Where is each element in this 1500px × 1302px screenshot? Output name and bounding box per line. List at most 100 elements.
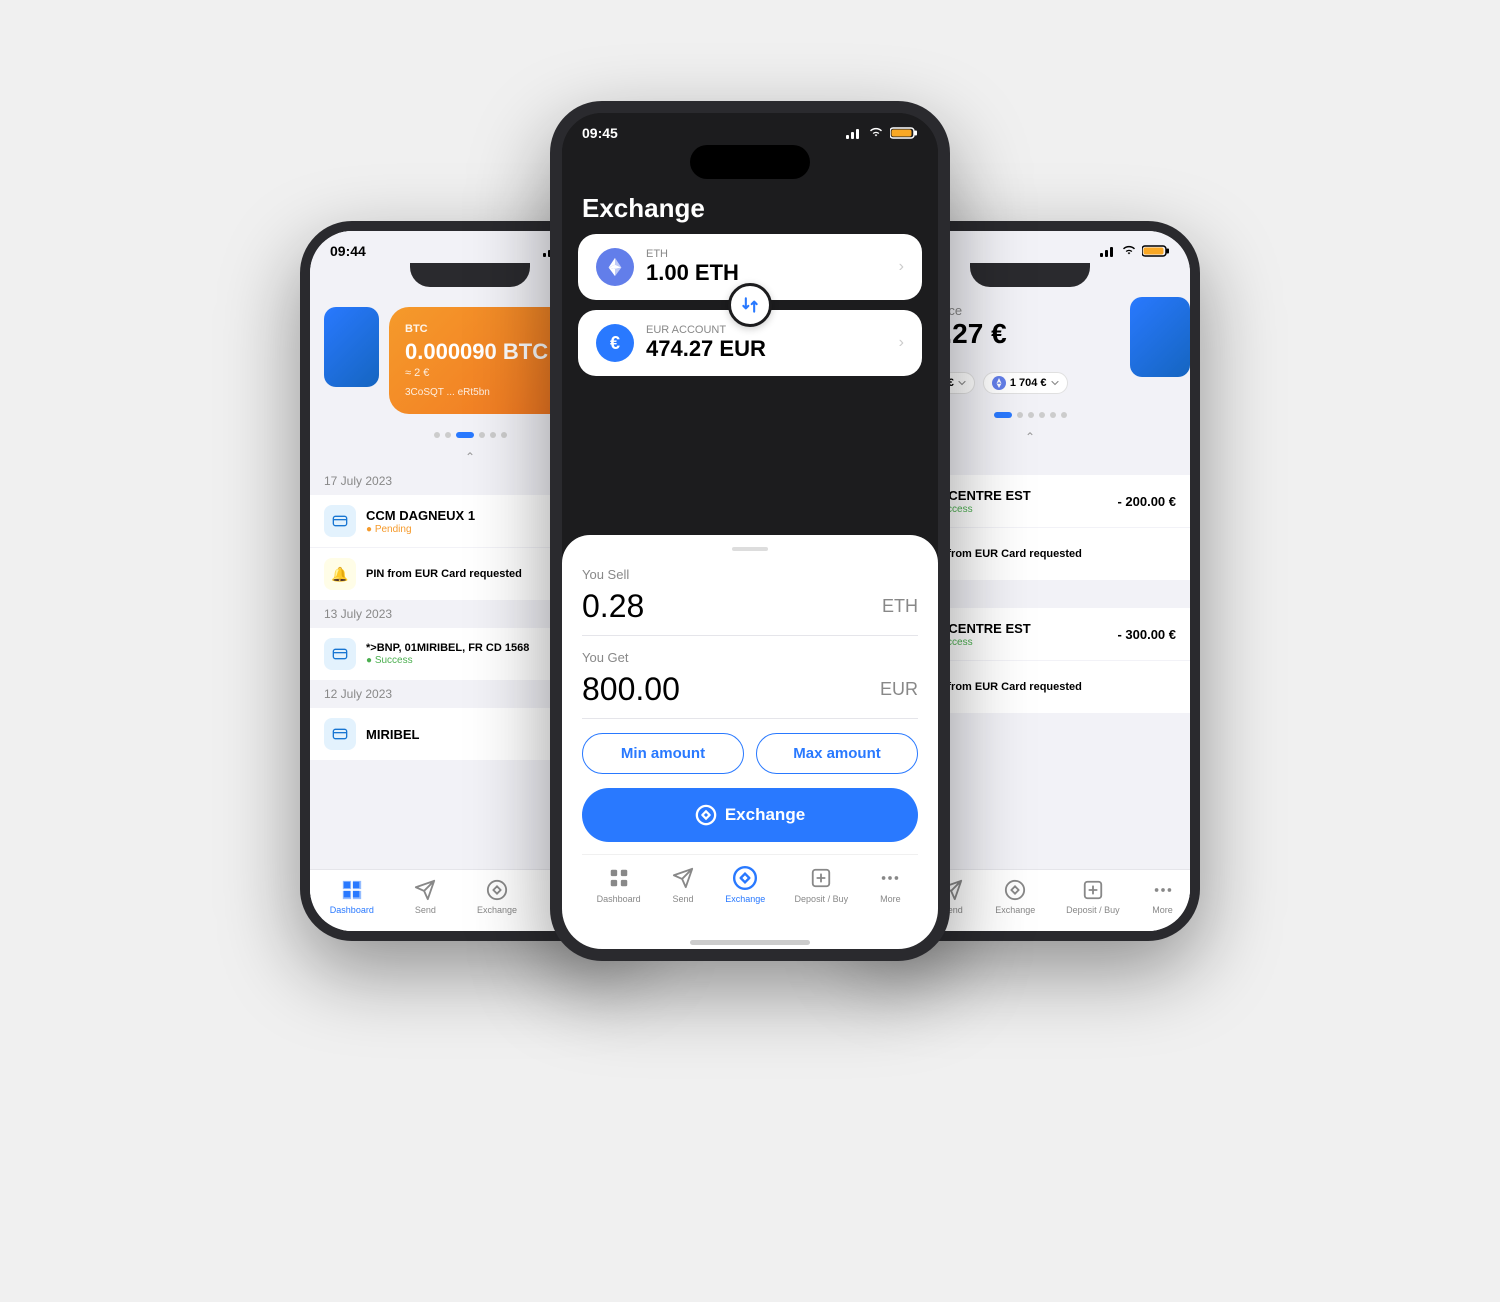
you-get-label: You Get — [582, 650, 918, 665]
dot-r — [1050, 412, 1056, 418]
left-notch — [410, 263, 530, 287]
dot-r — [1028, 412, 1034, 418]
center-home-indicator — [690, 940, 810, 945]
center-nav-deposit[interactable]: Deposit / Buy — [795, 865, 849, 904]
blue-card — [324, 307, 379, 387]
exchange-icon — [485, 878, 509, 902]
signal-icon-r — [1100, 245, 1116, 257]
exchange-button[interactable]: Exchange — [582, 788, 918, 842]
dot-r — [1039, 412, 1045, 418]
tx-name-3: MIRIBEL — [366, 727, 576, 742]
nav-send-label: Send — [415, 905, 436, 915]
wifi-icon-c — [868, 127, 884, 139]
amount-buttons: Min amount Max amount — [582, 733, 918, 774]
right-tx-info-1: CR CENTRE EST ● Success — [926, 488, 1117, 515]
right-notif-text-1: PIN from EUR Card requested — [926, 548, 1176, 560]
you-get-currency: EUR — [880, 679, 918, 700]
right-status-icons — [1100, 245, 1170, 257]
tx-name: CCM DAGNEUX 1 — [366, 508, 576, 523]
nav-send[interactable]: Send — [413, 878, 437, 915]
right-tx-status-1: ● Success — [926, 504, 1117, 515]
phones-container: 09:44 — [300, 101, 1200, 1201]
right-notif-info-1: PIN from EUR Card requested — [926, 548, 1176, 560]
right-notch — [970, 263, 1090, 287]
eur-amount: 474.27 EUR — [646, 336, 766, 362]
eth-chevron: › — [899, 258, 904, 276]
center-nav-exchange[interactable]: Exchange — [725, 865, 765, 904]
dot — [501, 432, 507, 438]
you-sell-currency: ETH — [882, 596, 918, 617]
tx-info-3: MIRIBEL — [366, 727, 576, 742]
center-send-icon — [670, 865, 696, 891]
battery-icon-r — [1142, 245, 1170, 257]
eur-chevron: › — [899, 334, 904, 352]
eth-price: 1 704 € — [1010, 377, 1047, 389]
eth-info: ETH 1.00 ETH — [646, 248, 739, 286]
btc-chevron — [958, 380, 966, 386]
you-get-row: EUR — [582, 671, 918, 719]
min-amount-button[interactable]: Min amount — [582, 733, 744, 774]
nav-dashboard-label: Dashboard — [330, 905, 374, 915]
right-nav-deposit-label: Deposit / Buy — [1066, 905, 1120, 915]
center-nav-send[interactable]: Send — [670, 865, 696, 904]
center-title: Exchange — [582, 193, 918, 224]
nav-exchange-label: Exchange — [477, 905, 517, 915]
right-tx-name-2: CR CENTRE EST — [926, 621, 1117, 636]
you-sell-input[interactable] — [582, 588, 817, 625]
eur-info: EUR ACCOUNT 474.27 EUR — [646, 324, 766, 362]
eur-icon: € — [596, 324, 634, 362]
you-get-input[interactable] — [582, 671, 817, 708]
dot-r — [1017, 412, 1023, 418]
center-more-icon — [877, 865, 903, 891]
tx-info: CCM DAGNEUX 1 ● Pending — [366, 508, 576, 535]
tx-info-2: *>BNP, 01MIRIBEL, FR CD 1568 ● Success — [366, 642, 576, 666]
dot — [490, 432, 496, 438]
dot-active — [456, 432, 474, 438]
right-nav-deposit[interactable]: Deposit / Buy — [1066, 878, 1120, 915]
tx-icon — [324, 505, 356, 537]
right-nav-more-label: More — [1152, 905, 1173, 915]
nav-exchange[interactable]: Exchange — [477, 878, 517, 915]
right-blue-card — [1130, 297, 1190, 377]
notif-icon: 🔔 — [324, 558, 356, 590]
dot — [434, 432, 440, 438]
exchange-cards-area: ETH 1.00 ETH › € — [562, 234, 938, 376]
right-tx-amount-2: - 300.00 € — [1117, 627, 1176, 642]
dot-r — [1061, 412, 1067, 418]
swap-button[interactable] — [728, 283, 772, 327]
eth-card-left: ETH 1.00 ETH — [596, 248, 739, 286]
center-dashboard-icon — [606, 865, 632, 891]
left-time: 09:44 — [330, 243, 366, 259]
center-status-icons — [846, 127, 918, 139]
center-header: Exchange — [562, 189, 938, 234]
right-tx-amount-1: - 200.00 € — [1117, 494, 1176, 509]
right-tx-name-1: CR CENTRE EST — [926, 488, 1117, 503]
right-exchange-icon — [1003, 878, 1027, 902]
center-nav-more[interactable]: More — [877, 865, 903, 904]
right-notif-text-2: PIN from EUR Card requested — [926, 681, 1176, 693]
tx-name-2: *>BNP, 01MIRIBEL, FR CD 1568 — [366, 642, 576, 654]
bottom-sheet: You Sell ETH You Get EUR Min amount Max … — [562, 535, 938, 949]
dot — [445, 432, 451, 438]
center-nav-exchange-label: Exchange — [725, 894, 765, 904]
max-amount-button[interactable]: Max amount — [756, 733, 918, 774]
right-more-icon — [1151, 878, 1175, 902]
eth-label: ETH — [646, 248, 739, 260]
right-nav-more[interactable]: More — [1151, 878, 1175, 915]
eth-icon — [596, 248, 634, 286]
battery-icon-c — [890, 127, 918, 139]
center-nav-dashboard[interactable]: Dashboard — [597, 865, 641, 904]
eur-card-left: € EUR ACCOUNT 474.27 EUR — [596, 324, 766, 362]
signal-icon-c — [846, 127, 862, 139]
right-nav-exchange[interactable]: Exchange — [995, 878, 1035, 915]
center-status-bar: 09:45 — [562, 113, 938, 145]
nav-dashboard[interactable]: Dashboard — [330, 878, 374, 915]
tx-icon-2 — [324, 638, 356, 670]
center-nav-deposit-label: Deposit / Buy — [795, 894, 849, 904]
right-tx-status-2: ● Success — [926, 637, 1117, 648]
right-nav-exchange-label: Exchange — [995, 905, 1035, 915]
dashboard-icon — [340, 878, 364, 902]
tx-status-2: ● Success — [366, 655, 576, 666]
right-notif-info-2: PIN from EUR Card requested — [926, 681, 1176, 693]
dot — [479, 432, 485, 438]
